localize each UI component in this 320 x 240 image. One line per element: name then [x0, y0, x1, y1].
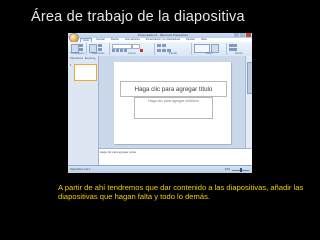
- copy-icon[interactable]: [79, 48, 83, 51]
- ribbon-group-label: Fuente: [128, 52, 136, 55]
- slide-canvas[interactable]: Haga clic para agregar título Haga clic …: [114, 62, 231, 144]
- ribbon-group-slides: Diapositivas: [87, 43, 110, 55]
- window-title: Presentación1 - Microsoft PowerPoint: [138, 33, 189, 37]
- close-button[interactable]: [246, 33, 251, 37]
- thumbnail-number: 1: [70, 64, 72, 67]
- slides-pane: Diapositivas Esquema × 1: [68, 56, 99, 165]
- ribbon-group-paragraph: Párrafo: [155, 43, 192, 55]
- title-placeholder[interactable]: Haga clic para agregar título: [120, 81, 227, 97]
- cut-icon[interactable]: [79, 44, 83, 47]
- scrollbar-thumb[interactable]: [247, 62, 252, 94]
- tab-slides[interactable]: Diapositivas: [70, 57, 83, 60]
- find-icon[interactable]: [229, 44, 237, 47]
- slide-caption: A partir de ahí tendremos que dar conten…: [58, 183, 304, 202]
- ribbon-group-label: Diapositivas: [91, 52, 105, 55]
- ribbon-group-editing: Edición: [227, 43, 251, 55]
- slide-heading: Área de trabajo de la diapositiva: [31, 9, 245, 25]
- notes-placeholder: Haga clic para agregar notas: [100, 150, 136, 154]
- minimize-button[interactable]: [234, 33, 239, 37]
- ribbon: Portapapeles Diapositivas Fuente Párrafo: [68, 42, 252, 57]
- numbering-icon[interactable]: [162, 44, 166, 47]
- bullets-icon[interactable]: [157, 44, 161, 47]
- office-button-icon[interactable]: [70, 34, 78, 42]
- powerpoint-screenshot: Presentación1 - Microsoft PowerPoint Ini…: [68, 33, 252, 173]
- ribbon-group-drawing: Dibujo: [192, 43, 227, 55]
- ribbon-group-label: Portapapeles: [70, 52, 85, 55]
- zoom-slider[interactable]: [232, 168, 249, 172]
- ribbon-group-label: Dibujo: [205, 52, 213, 55]
- slide-editing-area: Haga clic para agregar título Haga clic …: [99, 56, 246, 148]
- maximize-button[interactable]: [240, 33, 245, 37]
- reset-icon[interactable]: [98, 48, 102, 51]
- zoom-level[interactable]: 63%: [225, 168, 230, 171]
- slide-thumbnail[interactable]: [74, 64, 97, 81]
- ribbon-group-label: Edición: [235, 52, 243, 55]
- replace-icon[interactable]: [229, 48, 237, 51]
- notes-pane[interactable]: Haga clic para agregar notas: [99, 148, 252, 165]
- zoom-slider-handle[interactable]: [240, 168, 242, 172]
- subtitle-placeholder[interactable]: Haga clic para agregar subtítulo: [134, 97, 213, 119]
- window-controls: [234, 33, 251, 37]
- vertical-scrollbar[interactable]: [245, 56, 252, 148]
- layout-icon[interactable]: [98, 44, 102, 47]
- ribbon-group-label: Párrafo: [169, 52, 177, 55]
- ribbon-group-font: Fuente: [110, 43, 155, 55]
- status-bar: Diapositiva 1 de 1 63%: [68, 165, 252, 173]
- close-pane-icon[interactable]: ×: [94, 57, 96, 61]
- font-size-field[interactable]: [132, 44, 140, 49]
- slide-counter: Diapositiva 1 de 1: [70, 167, 91, 171]
- ribbon-group-clipboard: Portapapeles: [69, 43, 87, 55]
- pane-tabs: Diapositivas Esquema: [70, 57, 95, 60]
